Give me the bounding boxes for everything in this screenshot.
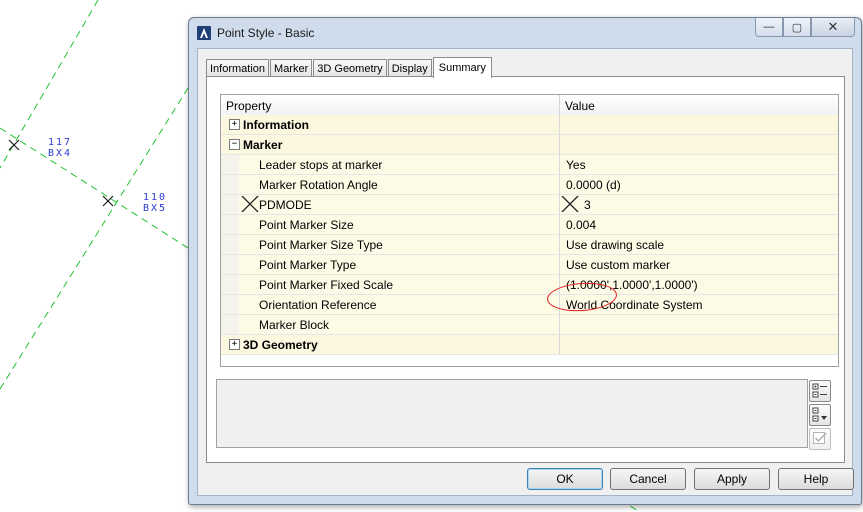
column-header-property[interactable]: Property (226, 99, 271, 113)
property-name: Marker Rotation Angle (259, 178, 378, 192)
tab-summary[interactable]: Summary (432, 57, 492, 78)
point-label-code: BX4 (48, 148, 73, 159)
expand-all-icon (812, 383, 827, 398)
maximize-button[interactable]: ▢ (783, 18, 811, 37)
property-value[interactable]: 0.0000 (d) (566, 178, 621, 192)
close-icon: ✕ (827, 19, 839, 34)
expand-all-button[interactable] (809, 380, 831, 402)
property-value[interactable]: Use drawing scale (566, 238, 664, 252)
property-row[interactable]: Point Marker Size Type Use drawing scale (221, 235, 838, 255)
property-name: Orientation Reference (259, 298, 377, 312)
checkbox-check-icon (813, 432, 827, 444)
apply-button[interactable]: Apply (694, 468, 770, 490)
point-label-number: 117 (48, 137, 73, 148)
property-name: Point Marker Size Type (259, 238, 383, 252)
property-name: Leader stops at marker (259, 158, 383, 172)
dialog-titlebar[interactable]: Point Style - Basic — ▢ ✕ (189, 18, 861, 48)
dialog-client-area: Information Marker 3D Geometry Display S… (197, 48, 854, 496)
point-marker-icon (102, 195, 114, 207)
cad-line (0, 127, 189, 249)
category-label: Information (243, 118, 309, 132)
property-name: Point Marker Fixed Scale (259, 278, 394, 292)
category-row-3d-geometry[interactable]: + 3D Geometry (221, 335, 838, 355)
grid-options-dropdown-button[interactable] (809, 404, 831, 426)
category-row-information[interactable]: + Information (221, 115, 838, 135)
cad-line (0, 87, 189, 390)
autocad-app-icon (197, 26, 211, 40)
property-name: Point Marker Size (259, 218, 354, 232)
property-name: Marker Block (259, 318, 330, 332)
category-label: Marker (243, 138, 283, 152)
x-marker-icon (561, 196, 579, 212)
property-row-marker-size[interactable]: Point Marker Size 0.004 (221, 215, 838, 235)
collapse-icon[interactable]: − (229, 139, 240, 150)
column-header-value[interactable]: Value (565, 99, 595, 113)
property-value[interactable]: 0.004 (566, 218, 596, 232)
property-value[interactable]: Yes (566, 158, 586, 172)
category-label: 3D Geometry (243, 338, 318, 352)
point-label-code: BX5 (143, 203, 168, 214)
tab-strip: Information Marker 3D Geometry Display S… (206, 57, 493, 78)
property-name: PDMODE (259, 198, 312, 212)
property-row[interactable]: Orientation Reference World Coordinate S… (221, 295, 838, 315)
property-grid: Property Value + Information − Marker Le… (220, 94, 839, 367)
property-value[interactable]: Use custom marker (566, 258, 670, 272)
point-style-dialog: Point Style - Basic — ▢ ✕ Information Ma… (188, 17, 862, 505)
property-row-pdmode[interactable]: PDMODE 3 (221, 195, 838, 215)
ok-button[interactable]: OK (527, 468, 603, 490)
property-value[interactable]: 3 (584, 198, 591, 212)
property-row[interactable]: Point Marker Type Use custom marker (221, 255, 838, 275)
point-label-number: 110 (143, 192, 168, 203)
dropdown-list-icon (812, 407, 827, 422)
x-marker-icon (241, 196, 259, 212)
property-row[interactable]: Marker Block (221, 315, 838, 335)
description-box (216, 379, 808, 448)
help-button[interactable]: Help (778, 468, 854, 490)
category-row-marker[interactable]: − Marker (221, 135, 838, 155)
expand-icon[interactable]: + (229, 339, 240, 350)
property-row[interactable]: Marker Rotation Angle 0.0000 (d) (221, 175, 838, 195)
maximize-icon: ▢ (791, 21, 803, 34)
cancel-button[interactable]: Cancel (610, 468, 686, 490)
close-button[interactable]: ✕ (811, 18, 855, 37)
property-row[interactable]: Leader stops at marker Yes (221, 155, 838, 175)
minimize-icon: — (763, 21, 775, 33)
property-grid-header: Property Value (221, 95, 838, 116)
apply-filter-button[interactable] (809, 428, 831, 450)
dialog-title: Point Style - Basic (217, 26, 315, 40)
property-name: Point Marker Type (259, 258, 357, 272)
expand-icon[interactable]: + (229, 119, 240, 130)
property-row[interactable]: Point Marker Fixed Scale (1.0000',1.0000… (221, 275, 838, 295)
point-marker-icon (8, 139, 20, 151)
minimize-button[interactable]: — (755, 18, 783, 37)
summary-tab-panel: Property Value + Information − Marker Le… (206, 76, 845, 463)
